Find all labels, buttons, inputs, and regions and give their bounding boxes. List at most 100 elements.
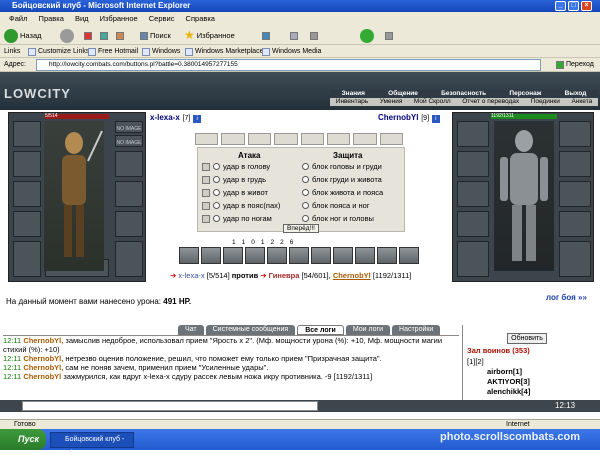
link-media[interactable]: Windows Media <box>262 45 321 58</box>
radio[interactable] <box>213 215 220 222</box>
scroll-slot[interactable] <box>300 133 324 145</box>
boots-slot[interactable] <box>559 241 591 277</box>
go-button[interactable]: Переход <box>556 58 594 72</box>
belt-slot[interactable] <box>559 211 591 237</box>
skill-icon[interactable] <box>267 247 287 264</box>
chat-author[interactable]: ChernobYl <box>23 372 61 381</box>
radio[interactable] <box>213 202 220 209</box>
media-button[interactable] <box>262 28 270 43</box>
link-windows[interactable]: Windows <box>142 45 180 58</box>
address-input[interactable]: http://lowcity.combats.com/buttons.pl?ba… <box>36 59 541 71</box>
radio[interactable] <box>213 176 220 183</box>
defense-option[interactable]: блок головы и груди <box>302 162 382 171</box>
radio[interactable] <box>302 215 309 222</box>
ring-slot[interactable] <box>559 121 591 147</box>
skill-icon[interactable] <box>289 247 309 264</box>
attack-waist-option[interactable]: удар в пояс(пах) <box>202 201 280 210</box>
radio[interactable] <box>302 189 309 196</box>
amulet-slot[interactable] <box>13 181 41 207</box>
defense-option[interactable]: блок ног и головы <box>302 214 374 223</box>
chat-author[interactable]: ChernobYl, <box>23 354 63 363</box>
shield-slot[interactable] <box>115 181 143 207</box>
shield-slot[interactable] <box>559 181 591 207</box>
scroll-slot[interactable] <box>326 133 351 145</box>
taskbar-window-button[interactable]: Бойцовский клуб - Mi... <box>50 432 134 457</box>
player-name[interactable]: x-lexa-x <box>150 113 180 122</box>
helmet-slot[interactable] <box>13 121 41 147</box>
online-user[interactable]: airborn[1] <box>487 367 522 376</box>
defense-option[interactable]: блок живота и пояса <box>302 188 383 197</box>
link-hotmail[interactable]: Free Hotmail <box>88 45 138 58</box>
nav-exit[interactable]: Выход <box>565 90 587 98</box>
skill-icon[interactable] <box>223 247 243 264</box>
tab-system[interactable]: Системные сообщения <box>205 325 296 335</box>
favorites-button[interactable]: ★ Избранное <box>184 28 235 43</box>
skill-icon[interactable] <box>201 247 221 264</box>
checkbox[interactable] <box>202 162 210 171</box>
info-icon[interactable]: i <box>193 115 202 123</box>
link-customize[interactable]: Customize Links <box>28 45 89 58</box>
armor-slot[interactable] <box>457 241 489 277</box>
participant-2[interactable]: Гиневра <box>269 271 300 280</box>
scroll-slot[interactable] <box>274 133 298 145</box>
armor-slot[interactable] <box>13 241 41 277</box>
online-user[interactable]: AKTIYOR[3] <box>487 377 530 386</box>
skill-icon[interactable] <box>399 247 419 264</box>
nav-chat[interactable]: Общение <box>388 90 418 98</box>
scroll-slot[interactable] <box>221 133 245 145</box>
nav-knowledge[interactable]: Знания <box>342 90 365 98</box>
research-button[interactable] <box>385 28 393 43</box>
chat-input[interactable] <box>22 401 318 411</box>
participant-3[interactable]: ChernobYl <box>333 271 371 280</box>
enemy-avatar[interactable] <box>494 121 554 271</box>
scroll-slot[interactable] <box>379 133 403 145</box>
checkbox[interactable] <box>202 175 210 184</box>
glove-slot[interactable] <box>115 151 143 177</box>
menu-view[interactable]: Вид <box>75 14 89 23</box>
refresh-button[interactable] <box>100 28 108 43</box>
attack-chest-option[interactable]: удар в грудь <box>202 175 266 184</box>
menu-favorites[interactable]: Избранное <box>100 14 138 23</box>
tab-my-logs[interactable]: Мои логи <box>345 325 391 335</box>
mail-button[interactable] <box>290 28 298 43</box>
maximize-button[interactable]: □ <box>568 1 579 11</box>
weapon-slot[interactable] <box>457 211 489 237</box>
menu-help[interactable]: Справка <box>186 14 215 23</box>
subnav-profile[interactable]: Анкета <box>571 98 592 106</box>
menu-edit[interactable]: Правка <box>39 14 64 23</box>
helmet-slot[interactable] <box>457 121 489 147</box>
skill-icon[interactable] <box>311 247 331 264</box>
scroll-slot[interactable] <box>195 133 219 145</box>
subnav-inventory[interactable]: Инвентарь <box>336 98 368 106</box>
skill-icon[interactable] <box>245 247 265 264</box>
checkbox[interactable] <box>202 201 210 210</box>
online-user[interactable]: alenchikk[4] <box>487 387 530 396</box>
defense-option[interactable]: блок пояса и ног <box>302 201 370 210</box>
earring-slot[interactable] <box>13 151 41 177</box>
amulet-slot[interactable] <box>457 181 489 207</box>
no-image-slot[interactable]: NO IMAGE <box>115 135 143 147</box>
attack-legs-option[interactable]: удар по ногам <box>202 214 272 223</box>
tab-chat[interactable]: Чат <box>178 325 204 335</box>
messenger-button[interactable] <box>360 28 374 43</box>
forward-attack-button[interactable]: Вперёд!!! <box>283 224 319 233</box>
info-icon[interactable]: i <box>431 115 440 123</box>
skill-icon[interactable] <box>333 247 353 264</box>
battle-log-link[interactable]: лог боя »» <box>546 293 587 302</box>
defense-option[interactable]: блок груди и живота <box>302 175 382 184</box>
attack-head-option[interactable]: удар в голову <box>202 162 270 171</box>
radio[interactable] <box>213 189 220 196</box>
no-image-slot[interactable]: NO IMAGE <box>115 121 143 133</box>
print-button[interactable] <box>310 28 318 43</box>
checkbox[interactable] <box>202 188 210 197</box>
nav-security[interactable]: Безопасность <box>441 90 486 98</box>
menu-file[interactable]: Файл <box>9 14 27 23</box>
tab-all-logs[interactable]: Все логи <box>297 325 344 335</box>
boots-slot[interactable] <box>115 241 143 277</box>
hall-pages[interactable]: [1][2] <box>467 357 484 366</box>
forward-button[interactable] <box>60 28 74 43</box>
weapon-slot[interactable] <box>13 211 41 237</box>
tab-settings[interactable]: Настройки <box>392 325 441 335</box>
subnav-transfers[interactable]: Отчет о переводах <box>462 98 519 106</box>
radio[interactable] <box>302 163 309 170</box>
